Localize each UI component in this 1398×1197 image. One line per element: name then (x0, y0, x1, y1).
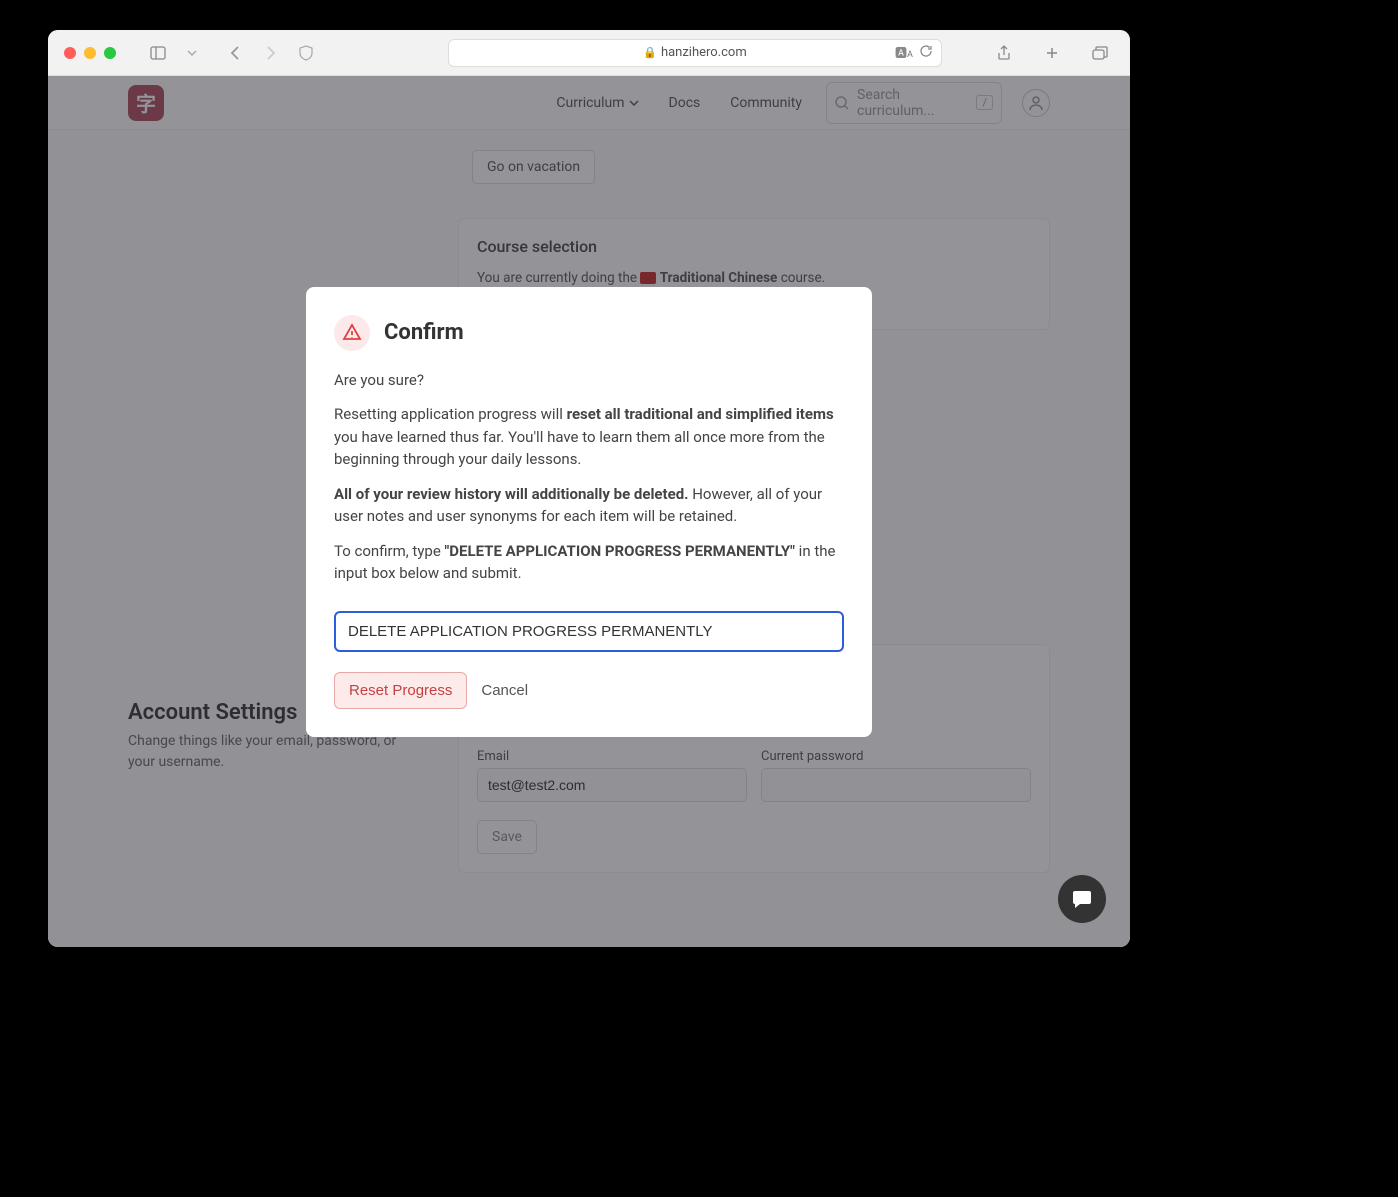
cancel-button[interactable]: Cancel (481, 682, 528, 699)
confirm-modal: Confirm Are you sure? Resetting applicat… (306, 287, 872, 737)
warning-icon (334, 315, 370, 351)
modal-p2: All of your review history will addition… (334, 483, 844, 528)
translate-icon[interactable]: 🅰ᴀ (895, 44, 913, 61)
back-button[interactable] (222, 39, 250, 67)
url-text: hanzihero.com (661, 45, 747, 60)
confirm-input[interactable] (334, 611, 844, 652)
url-bar[interactable]: 🔒 hanzihero.com 🅰ᴀ (448, 39, 942, 67)
forward-button[interactable] (256, 39, 284, 67)
share-icon[interactable] (990, 39, 1018, 67)
browser-window: 🔒 hanzihero.com 🅰ᴀ 字 (48, 30, 1130, 947)
chevron-down-icon[interactable] (178, 39, 206, 67)
traffic-lights (64, 47, 116, 59)
lock-icon: 🔒 (643, 46, 657, 59)
reset-progress-button[interactable]: Reset Progress (334, 672, 467, 709)
chat-bubble-button[interactable] (1058, 875, 1106, 923)
sidebar-toggle-button[interactable] (144, 39, 172, 67)
modal-p1: Resetting application progress will rese… (334, 403, 844, 471)
browser-chrome: 🔒 hanzihero.com 🅰ᴀ (48, 30, 1130, 76)
modal-title: Confirm (384, 320, 464, 345)
close-window-button[interactable] (64, 47, 76, 59)
maximize-window-button[interactable] (104, 47, 116, 59)
app-content: 字 Curriculum Docs Community Search curri… (48, 76, 1130, 947)
modal-overlay[interactable]: Confirm Are you sure? Resetting applicat… (48, 76, 1130, 947)
shield-icon[interactable] (292, 39, 320, 67)
new-tab-icon[interactable] (1038, 39, 1066, 67)
minimize-window-button[interactable] (84, 47, 96, 59)
modal-question: Are you sure? (334, 369, 844, 392)
refresh-icon[interactable] (919, 44, 933, 62)
tabs-icon[interactable] (1086, 39, 1114, 67)
modal-p3: To confirm, type "DELETE APPLICATION PRO… (334, 540, 844, 585)
